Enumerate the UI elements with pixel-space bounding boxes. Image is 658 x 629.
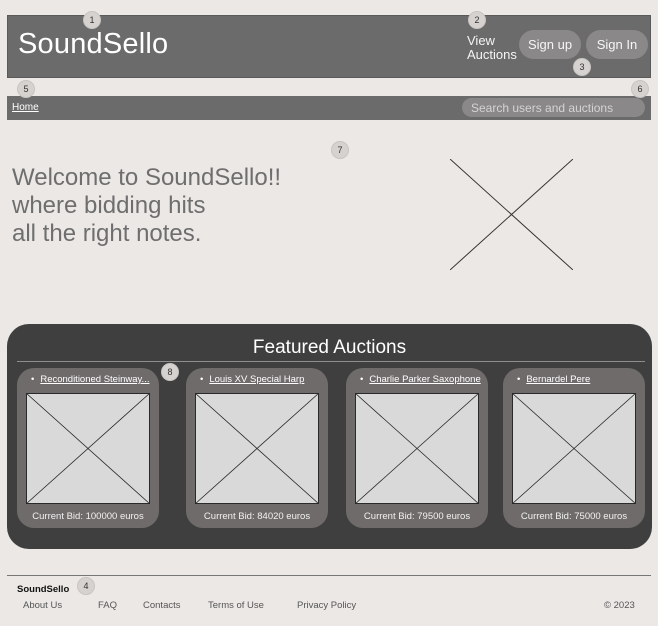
welcome-text: Welcome to SoundSello!! where bidding hi…	[12, 164, 282, 247]
signup-button[interactable]: Sign up	[519, 30, 581, 59]
bullet-icon: •	[31, 374, 35, 385]
footer-link-contacts[interactable]: Contacts	[143, 600, 181, 611]
auction-card-title: • Charlie Parker Saxophone	[360, 374, 484, 385]
annotation-marker: 6	[631, 80, 649, 98]
auction-card-title: • Louis XV Special Harp	[200, 374, 324, 385]
footer-link-faq[interactable]: FAQ	[98, 600, 117, 611]
auction-card[interactable]: • Reconditioned Steinway... Current Bid: …	[17, 368, 159, 528]
auction-image-placeholder[interactable]	[355, 393, 479, 504]
footer-brand: SoundSello	[17, 584, 70, 595]
footer-link-about[interactable]: About Us	[23, 600, 62, 611]
annotation-marker: 4	[77, 577, 95, 595]
annotation-marker: 2	[468, 11, 486, 29]
breadcrumb-home-link[interactable]: Home	[12, 102, 39, 113]
footer-link-terms[interactable]: Terms of Use	[208, 600, 264, 611]
current-bid-label: Current Bid: 75000 euros	[520, 511, 628, 522]
bullet-icon: •	[517, 374, 521, 385]
auction-title-link[interactable]: Louis XV Special Harp	[209, 374, 304, 385]
copyright-text: © 2023	[604, 600, 635, 611]
auction-title-link[interactable]: Bernardel Pere	[526, 374, 590, 385]
current-bid-label: Current Bid: 100000 euros	[32, 511, 144, 522]
annotation-marker: 1	[83, 11, 101, 29]
footer-link-privacy[interactable]: Privacy Policy	[297, 600, 356, 611]
signin-button[interactable]: Sign In	[586, 30, 648, 59]
current-bid-label: Current Bid: 84020 euros	[203, 511, 311, 522]
auction-card-title: • Reconditioned Steinway...	[31, 374, 155, 385]
footer-divider	[7, 575, 651, 576]
view-auctions-link[interactable]: View Auctions	[467, 34, 527, 62]
auction-image-placeholder[interactable]	[26, 393, 150, 504]
auction-title-link[interactable]: Charlie Parker Saxophone	[369, 374, 480, 385]
featured-divider	[17, 361, 645, 362]
bullet-icon: •	[200, 374, 204, 385]
auction-card-title: • Bernardel Pere	[517, 374, 641, 385]
top-header: SoundSello View Auctions Sign up Sign In	[7, 15, 651, 78]
auction-card[interactable]: • Bernardel Pere Current Bid: 75000 euros	[503, 368, 645, 528]
auction-image-placeholder[interactable]	[195, 393, 319, 504]
annotation-marker: 3	[573, 58, 591, 76]
annotation-marker: 8	[161, 363, 179, 381]
annotation-marker: 5	[17, 80, 35, 98]
search-input[interactable]	[462, 98, 645, 117]
current-bid-label: Current Bid: 79500 euros	[363, 511, 471, 522]
auction-image-placeholder[interactable]	[512, 393, 636, 504]
featured-auctions-panel: Featured Auctions • Reconditioned Steinwa…	[7, 324, 652, 549]
auction-card[interactable]: • Louis XV Special Harp Current Bid: 8402…	[186, 368, 328, 528]
annotation-marker: 7	[331, 141, 349, 159]
site-logo[interactable]: SoundSello	[18, 28, 168, 61]
featured-auctions-title: Featured Auctions	[252, 337, 407, 358]
auction-title-link[interactable]: Reconditioned Steinway...	[40, 374, 149, 385]
hero-image-placeholder	[450, 159, 573, 270]
breadcrumb-bar: Home	[7, 96, 651, 120]
bullet-icon: •	[360, 374, 364, 385]
auction-card[interactable]: • Charlie Parker Saxophone Current Bid: 7…	[346, 368, 488, 528]
